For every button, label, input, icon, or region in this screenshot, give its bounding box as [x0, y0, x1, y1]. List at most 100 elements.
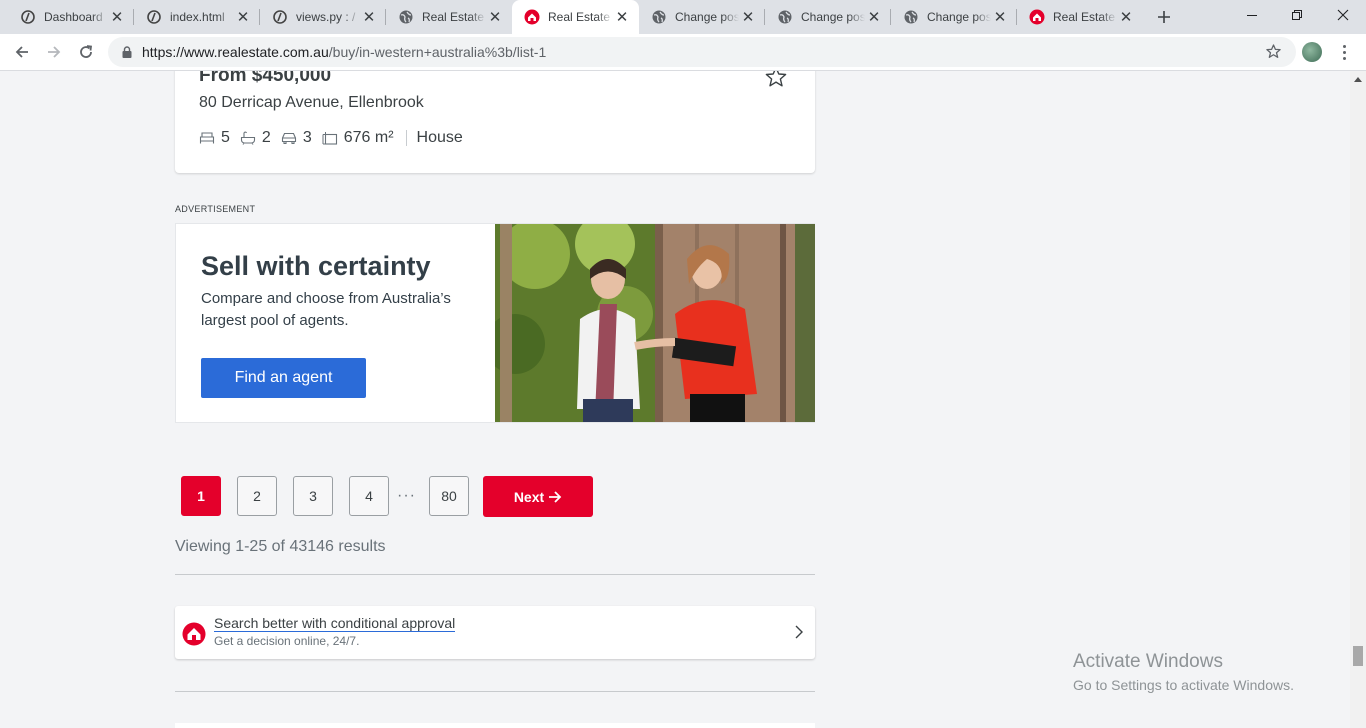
tab-views-py[interactable]: views.py : / ✕: [260, 0, 386, 34]
minimize-icon: [1247, 15, 1257, 16]
divider: [175, 574, 815, 575]
land-size-icon: [322, 132, 337, 145]
close-icon[interactable]: ✕: [739, 8, 757, 26]
globe-icon: [398, 9, 414, 25]
back-button[interactable]: [8, 38, 36, 66]
tab-label: Change pos: [801, 10, 865, 24]
lock-icon: [120, 45, 134, 59]
listing-features: 5 2 3 676 m² House: [199, 129, 463, 147]
bed-icon: [199, 132, 215, 144]
globe-icon: [651, 9, 667, 25]
tab-label: Real Estate: [422, 10, 485, 24]
promo-title-text[interactable]: Search better with conditional approval: [214, 615, 456, 632]
land-size-value: 676 m²: [343, 129, 394, 146]
scrollbar-thumb[interactable]: [1353, 646, 1363, 666]
address-bar[interactable]: https://www.realestate.com.au/buy/in-wes…: [108, 37, 1296, 67]
ad-text: Compare and choose from Australia’s larg…: [201, 290, 451, 329]
tab-real-estate-2[interactable]: Real Estate ✕: [1017, 0, 1143, 34]
tab-label: Change pos: [927, 10, 991, 24]
restore-icon: [1292, 10, 1302, 20]
restore-button[interactable]: [1274, 0, 1320, 30]
tab-label: Change pos: [675, 10, 739, 24]
django-icon: [20, 9, 36, 25]
advertisement-banner[interactable]: Sell with certainty Compare and choose f…: [175, 223, 815, 423]
url-host: https://www.realestate.com.au: [142, 44, 329, 60]
tab-label: Real Estate: [1053, 10, 1116, 24]
close-icon[interactable]: ✕: [360, 8, 378, 26]
browser-tab-strip: Dashboard ✕ index.html ✕ views.py : / ✕ …: [0, 0, 1366, 34]
listing-price: From $450,000: [199, 71, 332, 86]
profile-avatar[interactable]: [1302, 42, 1322, 62]
django-icon: [272, 9, 288, 25]
bedrooms-count: 5: [221, 129, 230, 146]
next-label: Next: [513, 488, 545, 505]
find-an-agent-button[interactable]: Find an agent: [201, 358, 366, 398]
close-icon[interactable]: ✕: [613, 8, 631, 26]
feature-divider: [405, 130, 407, 146]
tab-index-html[interactable]: index.html ✕: [134, 0, 260, 34]
page-button[interactable]: 2: [237, 476, 277, 516]
tab-label: Dashboard: [44, 10, 103, 24]
tab-dashboard[interactable]: Dashboard ✕: [8, 0, 134, 34]
page-scrollbar[interactable]: [1350, 71, 1366, 728]
bookmark-star-icon[interactable]: [1265, 43, 1282, 65]
chevron-right-icon: [795, 625, 803, 644]
arrow-right-icon: [549, 490, 562, 503]
close-icon: [1337, 9, 1349, 21]
close-window-button[interactable]: [1320, 0, 1366, 30]
bathrooms-feature: 2: [240, 129, 271, 147]
next-section-card: [175, 723, 815, 728]
ad-heading: Sell with certainty: [201, 251, 431, 281]
tab-real-estate-1[interactable]: Real Estate ✕: [386, 0, 512, 34]
url-text: https://www.realestate.com.au/buy/in-wes…: [142, 44, 546, 60]
reload-button[interactable]: [72, 38, 100, 66]
close-icon[interactable]: ✕: [108, 8, 126, 26]
listing-address[interactable]: 80 Derricap Avenue, Ellenbrook: [199, 94, 424, 112]
browser-menu-icon[interactable]: [1334, 42, 1354, 62]
rea-house-icon: [182, 622, 206, 651]
rea-house-icon: [1029, 9, 1045, 25]
tab-label: index.html: [170, 10, 225, 24]
close-icon[interactable]: ✕: [991, 8, 1009, 26]
car-spaces-count: 3: [302, 129, 312, 146]
globe-icon: [777, 9, 793, 25]
save-listing-star-icon[interactable]: [764, 71, 788, 94]
page-button-last[interactable]: 80: [429, 476, 469, 516]
close-icon[interactable]: ✕: [1117, 8, 1135, 26]
tab-real-estate-active[interactable]: Real Estate ✕: [512, 0, 639, 34]
next-page-button[interactable]: Next: [483, 476, 593, 517]
results-count: Viewing 1-25 of 43146 results: [175, 538, 386, 555]
page-button[interactable]: 4: [349, 476, 389, 516]
scroll-up-arrow-icon[interactable]: [1354, 77, 1362, 82]
promo-subtitle: Get a decision online, 24/7.: [214, 634, 360, 648]
land-size-feature: 676 m²: [322, 129, 394, 147]
conditional-approval-banner[interactable]: Search better with conditional approval …: [175, 606, 815, 659]
minimize-button[interactable]: [1229, 0, 1275, 30]
tab-label: views.py : /: [296, 10, 356, 24]
tab-change-post-2[interactable]: Change pos ✕: [765, 0, 891, 34]
page-button[interactable]: 3: [293, 476, 333, 516]
reload-icon: [80, 45, 93, 58]
new-tab-button[interactable]: [1152, 5, 1176, 29]
car-spaces-feature: 3: [281, 129, 312, 147]
page-button-current[interactable]: 1: [181, 476, 221, 516]
promo-title[interactable]: Search better with conditional approval: [214, 615, 456, 632]
globe-icon: [903, 9, 919, 25]
close-icon[interactable]: ✕: [486, 8, 504, 26]
django-icon: [146, 9, 162, 25]
forward-button[interactable]: [40, 38, 68, 66]
ad-photo: [495, 224, 815, 422]
bathrooms-count: 2: [261, 129, 271, 146]
arrow-left-icon: [15, 46, 28, 58]
close-icon[interactable]: ✕: [865, 8, 883, 26]
advertisement-label: ADVERTISEMENT: [175, 204, 256, 214]
close-icon[interactable]: ✕: [234, 8, 252, 26]
arrow-right-icon: [48, 46, 61, 58]
listing-card[interactable]: From $450,000 80 Derricap Avenue, Ellenb…: [175, 71, 815, 173]
watermark-title: Activate Windows: [1073, 651, 1223, 672]
tab-change-post-1[interactable]: Change pos ✕: [639, 0, 765, 34]
property-type: House: [416, 129, 463, 146]
plus-icon: [1158, 11, 1170, 23]
tab-change-post-3[interactable]: Change pos ✕: [891, 0, 1017, 34]
rea-house-icon: [524, 9, 540, 25]
